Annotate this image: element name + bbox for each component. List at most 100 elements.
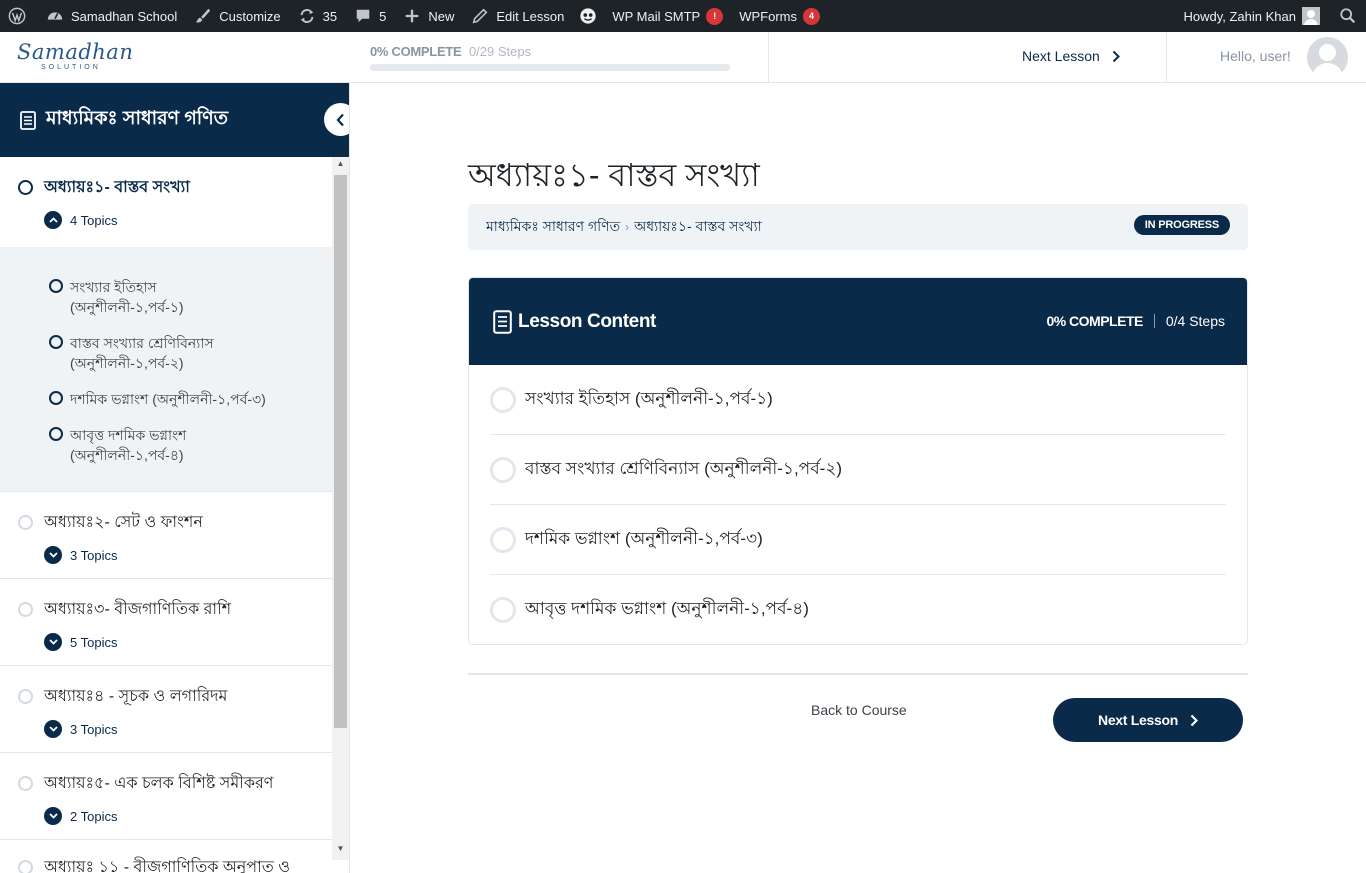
site-name-link[interactable]: Samadhan School <box>37 0 185 32</box>
updates-icon <box>297 6 317 26</box>
sidebar-lesson[interactable]: অধ্যায়ঃ১- বাস্তব সংখ্যা 4 Topics <box>0 157 332 247</box>
lesson-content-header: Lesson Content 0% COMPLETE 0/4 Steps <box>469 278 1247 365</box>
lesson-status-circle <box>18 180 33 195</box>
topics-toggle[interactable]: 5 Topics <box>44 633 332 651</box>
document-icon <box>493 309 512 334</box>
wp-mail-smtp-link[interactable]: WP Mail SMTP ! <box>604 0 731 32</box>
chevron-down-icon <box>44 807 62 825</box>
edit-lesson-label: Edit Lesson <box>496 8 565 24</box>
lesson-topic-item[interactable]: বাস্তব সংখ্যার শ্রেণিবিন্যাস (অনুশীলনী-১… <box>490 435 1226 505</box>
updates-count: 35 <box>322 8 338 24</box>
admin-search-button[interactable] <box>1328 0 1366 32</box>
lesson-page-title: অধ্যায়ঃ১- বাস্তব সংখ্যা <box>468 157 760 193</box>
plus-icon <box>402 6 422 26</box>
topics-count: 4 Topics <box>70 212 118 228</box>
stats-divider <box>1153 314 1155 328</box>
topics-count: 2 Topics <box>70 808 118 824</box>
lesson-topic-item[interactable]: সংখ্যার ইতিহাস (অনুশীলনী-১,পর্ব-১) <box>490 365 1226 435</box>
scroll-down-arrow[interactable]: ▼ <box>334 844 347 856</box>
updates-link[interactable]: 35 <box>289 0 345 32</box>
topic-title: আবৃত্ত দশমিক ভগ্নাংশ (অনুশীলনী-১,পর্ব-৪) <box>525 599 809 618</box>
lesson-topic-list: সংখ্যার ইতিহাস (অনুশীলনী-১,পর্ব-১) বাস্ত… <box>469 365 1247 644</box>
header-next-lesson-link[interactable]: Next Lesson <box>1022 48 1120 64</box>
next-lesson-label: Next Lesson <box>1098 712 1178 728</box>
topic-status-circle <box>49 391 63 405</box>
new-label: New <box>428 8 455 24</box>
lesson-list: অধ্যায়ঃ১- বাস্তব সংখ্যা 4 Topics সংখ্যা… <box>0 157 332 873</box>
sidebar-lesson[interactable]: অধ্যায়ঃ৪ - সূচক ও লগারিদম 3 Topics <box>0 666 332 753</box>
chevron-down-icon <box>44 720 62 738</box>
sidebar-scrollbar-thumb[interactable] <box>334 175 347 728</box>
lesson-status-circle <box>18 602 33 617</box>
topic-title: বাস্তব সংখ্যার শ্রেণিবিন্যাস (অনুশীলনী-১… <box>525 458 843 478</box>
lesson-status-circle <box>18 689 33 704</box>
topic-status-circle <box>49 279 63 293</box>
lesson-title: অধ্যায়ঃ৫- এক চলক বিশিষ্ট সমীকরণ <box>44 775 274 792</box>
lesson-topic-item[interactable]: দশমিক ভগ্নাংশ (অনুশীলনী-১,পর্ব-৩) <box>490 505 1226 575</box>
sidebar-topic[interactable]: দশমিক ভগ্নাংশ (অনুশীলনী-১,পর্ব-৩) <box>49 389 332 409</box>
topic-status-circle <box>49 335 63 349</box>
topics-toggle[interactable]: 2 Topics <box>44 807 332 825</box>
smtp-menu-icon-link[interactable] <box>572 0 604 32</box>
progress-steps: 0/29 Steps <box>468 44 532 59</box>
progress-bar <box>370 64 730 71</box>
sidebar-topic[interactable]: আবৃত্ত দশমিক ভগ্নাংশ (অনুশীলনী-১,পর্ব-৪) <box>49 425 332 465</box>
progress-percent: 0% COMPLETE <box>370 44 462 59</box>
sidebar-lesson[interactable]: অধ্যায়ঃ৫- এক চলক বিশিষ্ট সমীকরণ 2 Topic… <box>0 753 332 840</box>
comments-link[interactable]: 5 <box>345 0 394 32</box>
lesson-content-steps: 0/4 Steps <box>1165 313 1225 329</box>
lesson-title: অধ্যায়ঃ ১১ - বীজগাণিতিক অনুপাত ও সমানুপ… <box>44 859 291 873</box>
admin-bar: Samadhan School Customize 35 5 New Edit … <box>0 0 1366 32</box>
sidebar-topic[interactable]: সংখ্যার ইতিহাস (অনুশীলনী-১,পর্ব-১) <box>49 277 332 317</box>
new-content-link[interactable]: New <box>394 0 462 32</box>
wp-mail-smtp-label: WP Mail SMTP <box>612 8 701 24</box>
lesson-topic-item[interactable]: আবৃত্ত দশমিক ভগ্নাংশ (অনুশীলনী-১,পর্ব-৪) <box>490 575 1226 644</box>
next-lesson-button[interactable]: Next Lesson <box>1053 698 1243 742</box>
comments-icon <box>353 6 373 26</box>
topics-toggle[interactable]: 4 Topics <box>44 211 332 229</box>
course-progress: 0% COMPLETE 0/29 Steps <box>370 44 730 71</box>
customize-link[interactable]: Customize <box>185 0 288 32</box>
logo-script: Samadhan <box>17 40 134 64</box>
header-next-lesson-label: Next Lesson <box>1022 48 1100 64</box>
topic-status-circle <box>490 597 516 623</box>
header-divider <box>768 32 769 82</box>
sidebar-lesson[interactable]: অধ্যায়ঃ২- সেট ও ফাংশন 3 Topics <box>0 492 332 579</box>
chevron-left-icon <box>336 113 344 126</box>
lesson-header: Samadhan SOLUTION 0% COMPLETE 0/29 Steps… <box>0 32 1366 83</box>
breadcrumb-course-link[interactable]: মাধ্যমিকঃ সাধারণ গণিত <box>486 215 620 239</box>
scroll-up-arrow[interactable]: ▲ <box>334 159 347 171</box>
sidebar-course-title[interactable]: মাধ্যমিকঃ সাধারণ গণিত <box>46 104 228 136</box>
howdy-label: Howdy, Zahin Khan <box>1183 8 1297 24</box>
edit-lesson-link[interactable]: Edit Lesson <box>462 0 572 32</box>
topic-title: দশমিক ভগ্নাংশ (অনুশীলনী-১,পর্ব-৩) <box>70 391 266 407</box>
lesson-content-percent: 0% COMPLETE <box>1046 313 1143 329</box>
topics-count: 3 Topics <box>70 721 118 737</box>
sidebar-topic[interactable]: বাস্তব সংখ্যার শ্রেণিবিন্যাস (অনুশীলনী-১… <box>49 333 332 373</box>
topic-status-circle <box>490 386 516 413</box>
status-badge: IN PROGRESS <box>1133 215 1230 235</box>
breadcrumb-lesson-link[interactable]: অধ্যায়ঃ১- বাস্তব সংখ্যা <box>634 215 762 239</box>
back-to-course-link[interactable]: Back to Course <box>811 702 907 718</box>
chevron-right-icon <box>1112 50 1120 62</box>
hello-user: Hello, user! <box>1220 48 1291 64</box>
admin-avatar <box>1302 7 1320 25</box>
comments-count: 5 <box>379 8 387 24</box>
wpforms-label: WPForms <box>739 8 797 24</box>
wordpress-menu[interactable] <box>0 0 37 32</box>
sidebar-collapse-button[interactable] <box>324 103 349 136</box>
site-logo[interactable]: Samadhan SOLUTION <box>17 40 134 75</box>
sidebar-lesson[interactable]: অধ্যায়ঃ ১১ - বীজগাণিতিক অনুপাত ও সমানুপ… <box>0 840 332 873</box>
account-menu[interactable]: Howdy, Zahin Khan <box>1176 0 1329 32</box>
sidebar-lesson[interactable]: অধ্যায়ঃ৩- বীজগাণিতিক রাশি 5 Topics <box>0 579 332 666</box>
sidebar-header: মাধ্যমিকঃ সাধারণ গণিত <box>0 83 349 157</box>
lesson-content-stats: 0% COMPLETE 0/4 Steps <box>1046 313 1225 329</box>
topic-title: সংখ্যার ইতিহাস (অনুশীলনী-১,পর্ব-১) <box>525 388 773 408</box>
topics-toggle[interactable]: 3 Topics <box>44 720 332 738</box>
brush-icon <box>193 6 213 26</box>
topics-count: 5 Topics <box>70 634 118 650</box>
chevron-down-icon <box>44 633 62 651</box>
user-avatar[interactable] <box>1307 37 1348 78</box>
topics-toggle[interactable]: 3 Topics <box>44 546 332 564</box>
wpforms-link[interactable]: WPForms 4 <box>731 0 828 32</box>
